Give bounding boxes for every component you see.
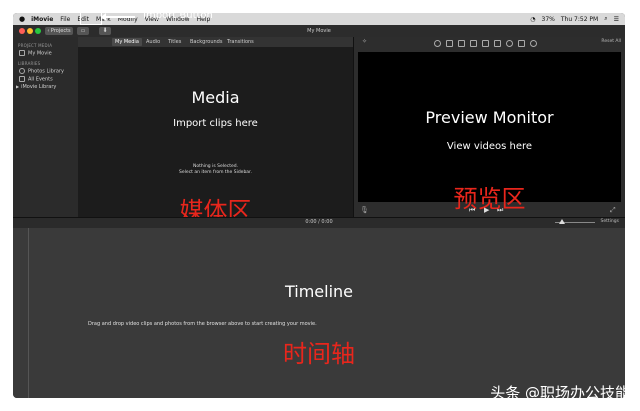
import-highlight-box	[80, 10, 102, 25]
menu-imovie[interactable]: iMovie	[31, 16, 53, 23]
preview-monitor: Preview Monitor View videos here 预览区	[358, 52, 621, 211]
stabilization-icon[interactable]	[470, 40, 477, 47]
watermark: 头条 @职场办公技能	[490, 384, 630, 402]
empty-state-title: Nothing is Selected.	[192, 164, 239, 169]
events-icon	[19, 76, 25, 82]
play-button[interactable]: ▶	[484, 206, 489, 214]
fullscreen-icon[interactable]: ⤢	[610, 206, 616, 214]
import-annotation-label: Import Button	[143, 10, 213, 21]
media-subtitle: Import clips here	[173, 118, 258, 129]
timeline-edge	[28, 228, 29, 398]
noise-reduction-icon[interactable]	[494, 40, 501, 47]
color-balance-icon[interactable]	[434, 40, 441, 47]
sidebar-item-my-movie[interactable]: My Movie	[19, 50, 52, 57]
photos-icon	[19, 68, 25, 74]
clock[interactable]: Thu 7:52 PM	[561, 16, 598, 23]
menu-file[interactable]: File	[60, 16, 70, 23]
speed-icon[interactable]	[506, 40, 513, 47]
timeline-settings-button[interactable]: Settings	[601, 218, 619, 226]
clip-filter-icon[interactable]	[518, 40, 525, 47]
magic-wand-icon[interactable]: ✧	[362, 38, 367, 45]
tab-audio[interactable]: Audio	[143, 38, 163, 46]
volume-icon[interactable]	[482, 40, 489, 47]
media-tabs: My Media Audio Titles Backgrounds Transi…	[78, 37, 353, 47]
skip-forward-button[interactable]: ⏭	[497, 206, 503, 214]
microphone-icon[interactable]: 🎙	[360, 206, 369, 214]
sidebar-item-imovie-library[interactable]: ▶ iMovie Library	[16, 84, 56, 90]
skip-back-button[interactable]: ⏮	[469, 206, 475, 214]
status-area: ◔ 37% Thu 7:52 PM ⌕ ☰	[530, 13, 619, 25]
timeline-title: Timeline	[284, 282, 354, 301]
reset-all-button[interactable]: Reset All	[601, 39, 621, 44]
zoom-slider-knob[interactable]	[559, 219, 565, 224]
project-media-heading: PROJECT MEDIA	[18, 43, 53, 48]
apple-menu-icon[interactable]: ●	[19, 15, 25, 23]
sidebar-item-all-events[interactable]: All Events	[19, 76, 53, 83]
color-correction-icon[interactable]	[446, 40, 453, 47]
media-browser: My Media Audio Titles Backgrounds Transi…	[78, 37, 353, 223]
info-icon[interactable]	[530, 40, 537, 47]
preview-pane: ✧ Reset All Preview Monitor View videos …	[354, 37, 625, 217]
crop-icon[interactable]	[458, 40, 465, 47]
media-title: Media	[191, 88, 240, 107]
preview-subtitle: View videos here	[446, 141, 533, 152]
sidebar: PROJECT MEDIA My Movie LIBRARIES Photos …	[13, 37, 78, 217]
playback-controls: 🎙 ⏮ ▶ ⏭ ⤢	[354, 205, 625, 217]
film-icon	[19, 50, 25, 56]
timeline[interactable]: Timeline Drag and drop video clips and p…	[13, 228, 625, 398]
empty-state-hint: Select an item from the Sidebar.	[179, 170, 252, 175]
disclosure-triangle-icon[interactable]: ▶	[16, 84, 19, 89]
wifi-icon[interactable]: ◔	[530, 16, 535, 23]
adjustments-bar: ✧ Reset All	[354, 37, 625, 49]
tab-titles[interactable]: Titles	[165, 38, 184, 46]
menu-list-icon[interactable]: ☰	[614, 16, 619, 23]
search-icon[interactable]: ⌕	[604, 15, 607, 23]
timeline-empty-hint: Drag and drop video clips and photos fro…	[88, 321, 317, 327]
timecode: 0:00 / 0:00	[305, 219, 333, 225]
preview-title: Preview Monitor	[425, 108, 554, 127]
timeline-area-label: 时间轴	[283, 340, 355, 368]
import-arrow	[101, 13, 135, 21]
battery-percent[interactable]: 37%	[542, 16, 555, 23]
tab-my-media[interactable]: My Media	[112, 38, 142, 46]
project-title: My Movie	[307, 28, 331, 34]
sidebar-item-photos-library[interactable]: Photos Library	[19, 68, 64, 75]
libraries-heading: LIBRARIES	[18, 61, 41, 66]
imovie-window: ● iMovie File Edit Mark Modify View Wind…	[13, 13, 625, 398]
tab-backgrounds[interactable]: Backgrounds	[187, 38, 225, 46]
tab-transitions[interactable]: Transitions	[224, 38, 257, 46]
